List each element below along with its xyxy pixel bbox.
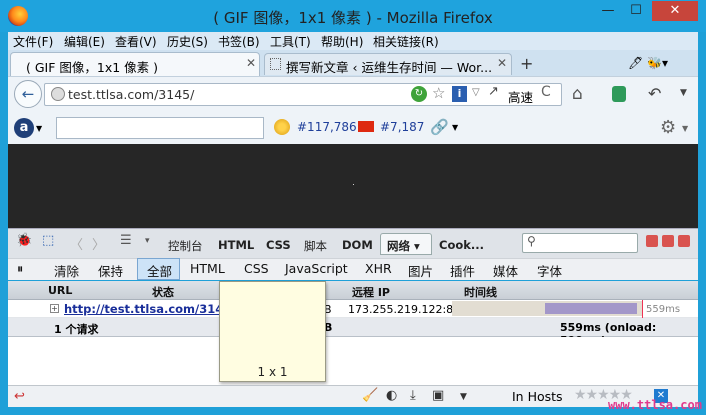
request-time: 559ms <box>646 304 681 315</box>
new-tab-button[interactable]: + <box>520 54 533 73</box>
menu-lines-icon[interactable]: ☰ <box>120 233 132 248</box>
chevron-down-icon[interactable]: ▼ <box>460 392 467 402</box>
reload-icon[interactable]: C <box>541 84 551 100</box>
menu-edit[interactable]: 编辑(E) <box>64 33 105 50</box>
globe-rank-icon <box>274 119 290 135</box>
menu-bookmarks[interactable]: 书签(B) <box>218 33 260 50</box>
net-panel-empty-area <box>8 337 698 385</box>
inspect-icon[interactable]: ⬚ <box>42 233 54 248</box>
back-button[interactable]: ← <box>14 80 42 108</box>
back-arrow-icon[interactable]: 〈 <box>70 234 83 253</box>
page-content <box>8 144 698 228</box>
go-icon[interactable]: ↻ <box>411 86 427 102</box>
timeline-onload-line <box>642 300 643 318</box>
column-url[interactable]: URL <box>48 284 72 297</box>
tab-label: 撰写新文章 ‹ 运维生存时间 — Wor... <box>286 60 493 75</box>
expand-icon[interactable]: + <box>50 304 59 313</box>
menu-history[interactable]: 历史(S) <box>167 33 208 50</box>
chevron-down-icon[interactable]: ▼ <box>36 124 42 133</box>
menu-file[interactable]: 文件(F) <box>13 33 53 50</box>
menu-related-links[interactable]: 相关链接(R) <box>373 33 439 50</box>
maximize-button[interactable]: ☐ <box>622 1 650 21</box>
filter-javascript[interactable]: JavaScript <box>285 261 348 276</box>
paw-icon[interactable]: ▣ <box>432 388 444 403</box>
tab-css[interactable]: CSS <box>266 238 291 252</box>
minimize-button[interactable]: — <box>594 1 622 21</box>
tab-close-icon[interactable]: ✕ <box>497 56 507 70</box>
extension-green-icon[interactable] <box>612 86 626 102</box>
request-url[interactable]: http://test.ttlsa.com/3145 <box>64 302 231 316</box>
chevron-down-icon[interactable]: ▼ <box>682 124 688 133</box>
request-count: 1 个请求 <box>54 323 99 336</box>
tab-cookies[interactable]: Cook... <box>439 238 484 252</box>
menu-bar: 文件(F) 编辑(E) 查看(V) 历史(S) 书签(B) 工具(T) 帮助(H… <box>8 32 698 50</box>
persist-button[interactable]: 保持 <box>98 261 123 280</box>
forward-arrow-icon[interactable]: 〉 <box>92 234 105 253</box>
search-input[interactable] <box>56 117 264 139</box>
filter-xhr[interactable]: XHR <box>365 261 392 276</box>
firebug-search-input[interactable] <box>522 233 638 253</box>
filter-images[interactable]: 图片 <box>408 261 433 280</box>
home-icon[interactable]: ⌂ <box>572 84 583 104</box>
tab-dom[interactable]: DOM <box>342 238 373 252</box>
image-dimensions: 1 x 1 <box>257 365 288 379</box>
tab-console[interactable]: 控制台 <box>168 238 203 254</box>
menu-view[interactable]: 查看(V) <box>115 33 157 50</box>
timeline-bar[interactable] <box>545 303 637 314</box>
menu-tools[interactable]: 工具(T) <box>270 33 311 50</box>
tab-label: ( GIF 图像，1x1 像素 ) <box>26 60 159 75</box>
page-icon <box>270 58 281 70</box>
tab-net-label[interactable]: 网络 ▾ <box>387 238 420 254</box>
close-panel-icon[interactable] <box>678 235 690 247</box>
global-rank[interactable]: #117,786 <box>297 120 357 134</box>
mask-icon[interactable]: ◐ <box>386 388 397 403</box>
gear-icon[interactable]: ⚙ <box>660 117 676 138</box>
column-status[interactable]: 状态 <box>152 284 174 300</box>
filter-all[interactable]: 全部 <box>147 261 172 280</box>
arrow-back-icon[interactable]: ↶ <box>648 84 661 103</box>
gif-image <box>353 184 354 185</box>
in-hosts-label: In Hosts <box>512 389 563 404</box>
extension-icons[interactable]: 🖊 🐝▾ <box>628 56 668 70</box>
filter-plugins[interactable]: 插件 <box>450 261 475 280</box>
url-text[interactable]: test.ttlsa.com/3145/ <box>68 87 194 102</box>
chevron-down-icon[interactable]: ▾ <box>145 236 150 246</box>
column-timeline[interactable]: 时间线 <box>464 284 497 300</box>
filter-fonts[interactable]: 字体 <box>537 261 562 280</box>
speed-label[interactable]: 高速 <box>508 87 533 106</box>
firebug-bug-icon[interactable]: 🐞 <box>16 233 32 248</box>
red-arrow-icon[interactable]: ↩ <box>14 389 25 404</box>
chevron-down-icon[interactable]: ▼ <box>452 123 458 132</box>
column-remote-ip[interactable]: 远程 IP <box>352 284 390 300</box>
filter-html[interactable]: HTML <box>190 261 225 276</box>
link-chain-icon[interactable]: 🔗 <box>430 118 449 136</box>
pause-icon[interactable]: ⏸ <box>17 261 23 277</box>
watermark: www.ttlsa.com <box>608 398 702 412</box>
clear-button[interactable]: 清除 <box>54 261 79 280</box>
filter-media[interactable]: 媒体 <box>493 261 518 280</box>
request-remote-ip: 173.255.219.122:80 <box>348 303 461 316</box>
china-flag-icon <box>358 121 374 132</box>
search-icon: ⚲ <box>527 234 536 248</box>
country-rank[interactable]: #7,187 <box>380 120 424 134</box>
menu-help[interactable]: 帮助(H) <box>321 33 363 50</box>
tab-script[interactable]: 脚本 <box>304 238 327 254</box>
broom-icon[interactable]: 🧹 <box>362 388 378 403</box>
site-identity-icon[interactable] <box>51 87 65 101</box>
detach-panel-icon[interactable] <box>662 235 674 247</box>
bookmark-star-icon[interactable]: ☆ <box>432 84 445 102</box>
alexa-logo-icon[interactable]: a <box>14 118 34 138</box>
dropdown-arrow-icon[interactable]: ▽ <box>472 87 480 98</box>
download-icon[interactable]: ⤓ <box>410 388 416 403</box>
tab-html[interactable]: HTML <box>218 238 254 252</box>
chevron-down-icon[interactable]: ▼ <box>680 88 687 98</box>
minimize-panel-icon[interactable] <box>646 235 658 247</box>
info-icon[interactable]: i <box>452 86 467 102</box>
tab-close-icon[interactable]: ✕ <box>246 56 256 70</box>
close-window-button[interactable]: ✕ <box>652 1 698 21</box>
filter-css[interactable]: CSS <box>244 261 269 276</box>
speed-icon: ↗ <box>488 84 499 99</box>
